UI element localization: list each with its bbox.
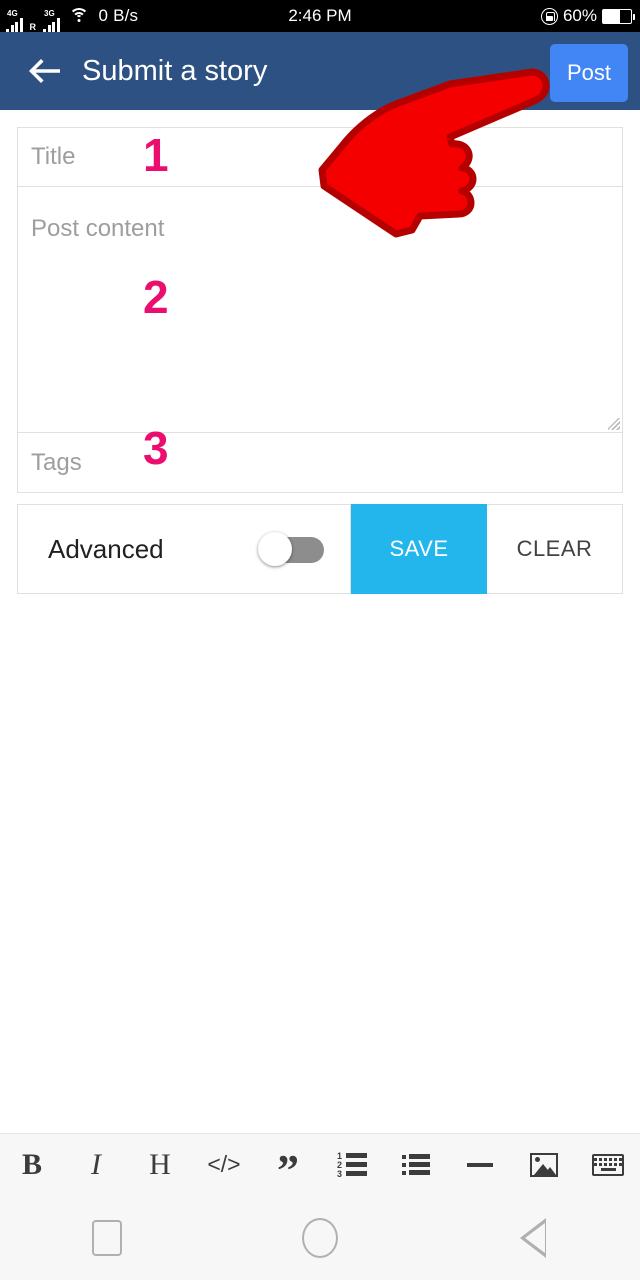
editor-toolbar: B I H </> ” 1 2 3 — [0, 1133, 640, 1195]
annotation-number-1: 1 — [143, 129, 169, 181]
pointing-hand-cursor — [300, 60, 560, 240]
image-icon[interactable] — [512, 1134, 576, 1196]
battery-icon — [602, 8, 635, 24]
annotation-number-2: 2 — [143, 271, 169, 323]
recents-square-icon — [91, 1219, 122, 1256]
phone-screen: 4G R 3G 0 B/s 2:46 PM 60% Submit a story… — [0, 0, 640, 1280]
rotation-lock-icon — [540, 7, 558, 25]
ordered-list-icon[interactable]: 1 2 3 — [320, 1134, 384, 1196]
battery-percent-text: 60% — [562, 6, 597, 25]
bold-icon[interactable]: B — [0, 1134, 64, 1196]
tags-placeholder: Tags — [31, 448, 82, 476]
post-button[interactable]: Post — [550, 44, 628, 102]
textarea-resize-grip[interactable] — [608, 418, 620, 430]
code-icon[interactable]: </> — [192, 1134, 256, 1196]
keyboard-icon[interactable] — [576, 1134, 640, 1196]
annotation-number-3: 3 — [143, 422, 169, 474]
status-bar: 4G R 3G 0 B/s 2:46 PM 60% — [0, 0, 640, 32]
italic-icon[interactable]: I — [64, 1134, 128, 1196]
post-content-placeholder: Post content — [31, 215, 165, 242]
recents-button[interactable] — [0, 1195, 213, 1280]
ordered-list-num-3: 3 — [337, 1168, 343, 1179]
heading-icon[interactable]: H — [128, 1134, 192, 1196]
back-button[interactable] — [427, 1195, 640, 1280]
title-placeholder: Title — [31, 143, 76, 170]
clear-button[interactable]: CLEAR — [487, 504, 623, 594]
toggle-knob — [258, 532, 292, 566]
ordered-list-num-1: 1 — [337, 1150, 343, 1161]
home-button[interactable] — [213, 1195, 426, 1280]
home-circle-icon — [301, 1217, 338, 1258]
advanced-actions-row: Advanced SAVE CLEAR — [17, 504, 623, 594]
tags-input[interactable]: Tags — [17, 433, 623, 493]
page-title: Submit a story — [82, 54, 268, 87]
advanced-toggle-row[interactable]: Advanced — [17, 504, 351, 594]
android-navigation-bar — [0, 1195, 640, 1280]
advanced-toggle-switch[interactable] — [258, 532, 324, 566]
bullet-list-icon[interactable] — [384, 1134, 448, 1196]
horizontal-rule-icon[interactable] — [448, 1134, 512, 1196]
save-button[interactable]: SAVE — [351, 504, 487, 594]
advanced-label: Advanced — [48, 533, 164, 564]
quote-icon[interactable]: ” — [256, 1134, 320, 1196]
back-triangle-icon — [520, 1217, 547, 1258]
back-arrow-icon[interactable] — [16, 43, 72, 99]
ordered-list-num-2: 2 — [337, 1159, 343, 1170]
status-bar-right: 60% — [540, 6, 635, 26]
